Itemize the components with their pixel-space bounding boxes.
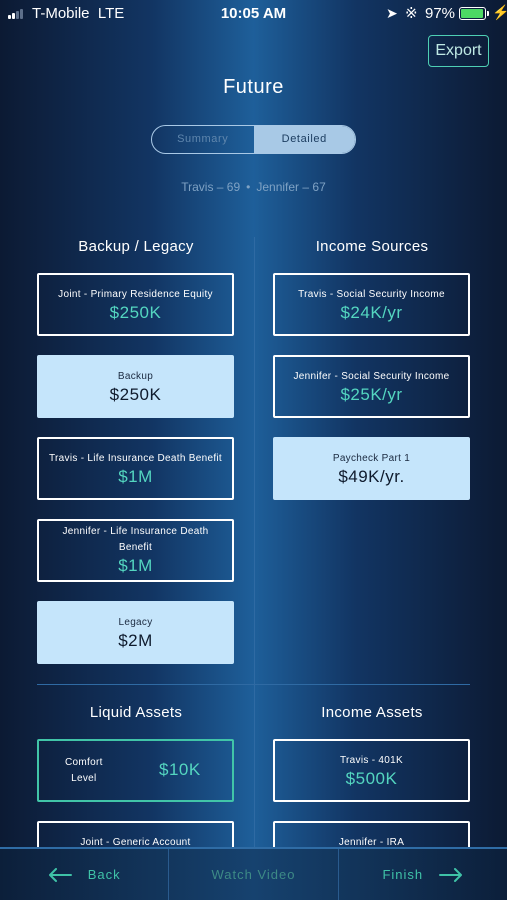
income-sources-heading: Income Sources (315, 238, 429, 255)
card-value: $250K (109, 303, 162, 322)
back-button[interactable]: Back (0, 849, 168, 900)
backup-legacy-heading: Backup / Legacy (78, 238, 194, 255)
card-label: Travis - 401K (340, 755, 403, 766)
comfort-value: $10K (159, 760, 201, 779)
view-toggle: Summary Detailed (151, 125, 356, 154)
status-bar: T-Mobile LTE 10:05 AM ➤ ※ 97% ⚡ (0, 0, 507, 28)
card-value: $250K (109, 385, 162, 404)
tab-summary[interactable]: Summary (152, 126, 254, 153)
card-label: Paycheck Part 1 (332, 453, 411, 464)
card-backup[interactable]: Backup $250K (37, 355, 234, 418)
card-label: Backup (117, 371, 154, 382)
card-travis-social-security[interactable]: Travis - Social Security Income $24K/yr (273, 273, 470, 336)
card-value: $25K/yr (340, 385, 403, 404)
income-assets-heading: Income Assets (321, 704, 423, 721)
card-legacy[interactable]: Legacy $2M (37, 601, 234, 664)
export-button[interactable]: Export (428, 35, 489, 67)
column-divider (254, 237, 255, 847)
card-comfort-level[interactable]: Comfort Level $10K (37, 739, 234, 802)
card-label: Travis - Life Insurance Death Benefit (48, 453, 223, 464)
card-paycheck-part-1[interactable]: Paycheck Part 1 $49K/yr. (273, 437, 470, 500)
finish-label: Finish (382, 867, 424, 882)
card-label: Jennifer - Social Security Income (293, 371, 450, 382)
bottom-bar: Back Watch Video Finish (0, 847, 507, 900)
arrow-left-icon (48, 867, 72, 882)
back-label: Back (87, 867, 121, 882)
card-value: $49K/yr. (338, 467, 405, 486)
watch-video-button[interactable]: Watch Video (168, 849, 337, 900)
card-value: $2M (118, 631, 153, 650)
card-value: $1M (118, 467, 153, 486)
card-label: Legacy (118, 617, 153, 628)
card-jennifer-life-insurance[interactable]: Jennifer - Life Insurance Death Benefit … (37, 519, 234, 582)
card-travis-life-insurance[interactable]: Travis - Life Insurance Death Benefit $1… (37, 437, 234, 500)
arrow-right-icon (439, 867, 463, 882)
page-title: Future (223, 76, 284, 98)
ages-line: Travis – 69 • Jennifer – 67 (0, 180, 507, 194)
card-jennifer-social-security[interactable]: Jennifer - Social Security Income $25K/y… (273, 355, 470, 418)
comfort-label: Comfort Level (65, 757, 103, 784)
card-primary-residence-equity[interactable]: Joint - Primary Residence Equity $250K (37, 273, 234, 336)
card-value: $1M (118, 556, 153, 575)
age-travis: Travis – 69 (181, 180, 241, 194)
bluetooth-icon: ※ (405, 5, 418, 22)
card-travis-401k[interactable]: Travis - 401K $500K (273, 739, 470, 802)
age-separator: • (246, 180, 251, 194)
battery-icon (459, 7, 489, 20)
card-value: $24K/yr (340, 303, 403, 322)
section-divider (37, 684, 470, 685)
card-label: Travis - Social Security Income (298, 289, 445, 300)
charging-icon: ⚡ (492, 4, 507, 20)
age-jennifer: Jennifer – 67 (256, 180, 326, 194)
card-label: Jennifer - Life Insurance Death Benefit (62, 526, 209, 553)
location-icon: ➤ (386, 5, 398, 21)
card-label: Joint - Primary Residence Equity (58, 289, 213, 300)
battery-percent: 97% (425, 5, 456, 22)
liquid-assets-heading: Liquid Assets (89, 704, 183, 721)
tab-detailed[interactable]: Detailed (253, 126, 355, 153)
finish-button[interactable]: Finish (337, 849, 507, 900)
card-value: $500K (345, 769, 398, 788)
